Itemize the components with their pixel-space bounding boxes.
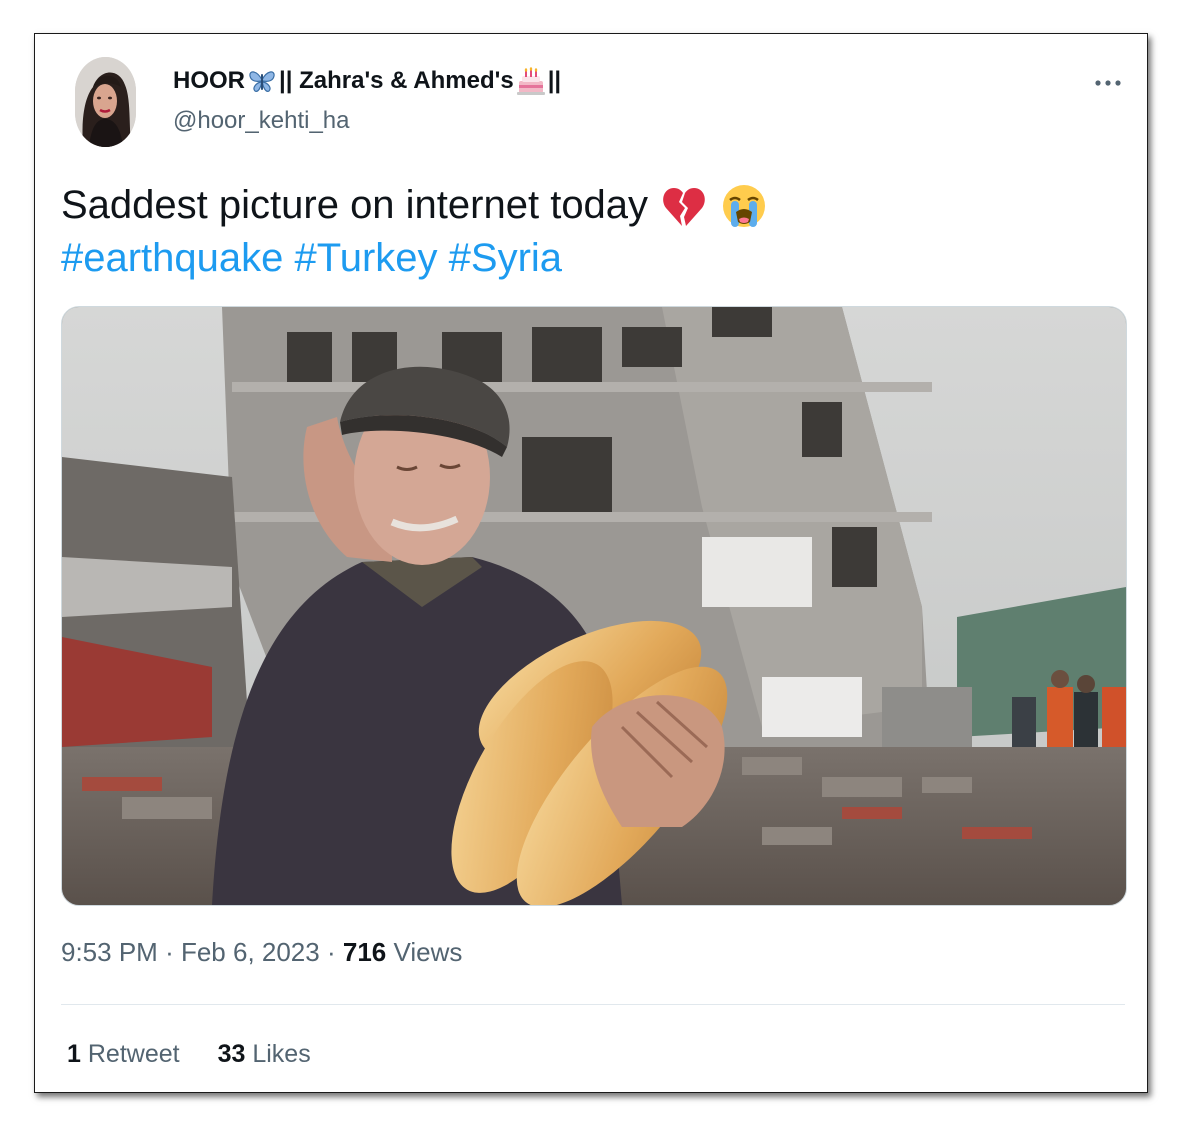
tweet-text: Saddest picture on internet today #earth… (61, 179, 768, 285)
tweet-text-line-1: Saddest picture on internet today (61, 179, 768, 232)
avatar[interactable] (75, 57, 136, 147)
views-count: 716 (342, 937, 387, 967)
tweet-date[interactable]: Feb 6, 2023 (181, 937, 320, 967)
tweet-photo[interactable] (61, 306, 1127, 906)
likes-label: Likes (252, 1040, 311, 1068)
birthday-cake-icon (516, 66, 546, 96)
tweet-time[interactable]: 9:53 PM (61, 937, 158, 967)
more-dots-icon (1095, 80, 1121, 86)
retweets-count: 1 (67, 1040, 81, 1068)
retweets-stat[interactable]: 1 Retweet (67, 1040, 180, 1069)
meta-separator-1: · (165, 937, 181, 967)
broken-heart-icon (660, 182, 708, 230)
tweet-body-text: Saddest picture on internet today (61, 183, 649, 227)
display-name[interactable]: HOOR || Zahra's & Ahmed's || (173, 66, 561, 96)
display-name-part-2: || Zahra's & Ahmed's (279, 67, 514, 94)
meta-separator-2: · (326, 937, 343, 967)
display-name-part-1: HOOR (173, 67, 245, 94)
hashtag-earthquake[interactable]: #earthquake (61, 232, 283, 285)
likes-count: 33 (217, 1040, 246, 1068)
more-options-button[interactable] (1089, 68, 1129, 98)
avatar-photo (75, 57, 136, 147)
tweet-card: HOOR || Zahra's & Ahmed's || @hoor_kehti… (34, 33, 1148, 1093)
likes-stat[interactable]: 33 Likes (218, 1040, 311, 1069)
views-label: Views (393, 937, 463, 967)
elderly-man-holding-bread-photo (62, 307, 1126, 905)
divider (61, 1004, 1125, 1005)
hashtag-turkey[interactable]: #Turkey (295, 232, 438, 285)
tweet-text-line-2: #earthquake #Turkey #Syria (61, 232, 768, 285)
hashtag-syria[interactable]: #Syria (449, 232, 562, 285)
tweet-stats: 1 Retweet 33 Likes (67, 1040, 311, 1069)
user-handle[interactable]: @hoor_kehti_ha (173, 107, 349, 135)
butterfly-icon (247, 66, 277, 96)
retweets-label: Retweet (87, 1040, 180, 1068)
tweet-meta: 9:53 PM · Feb 6, 2023 · 716 Views (61, 937, 462, 968)
loudly-crying-face-icon (720, 182, 768, 230)
display-name-part-3: || (547, 67, 562, 94)
